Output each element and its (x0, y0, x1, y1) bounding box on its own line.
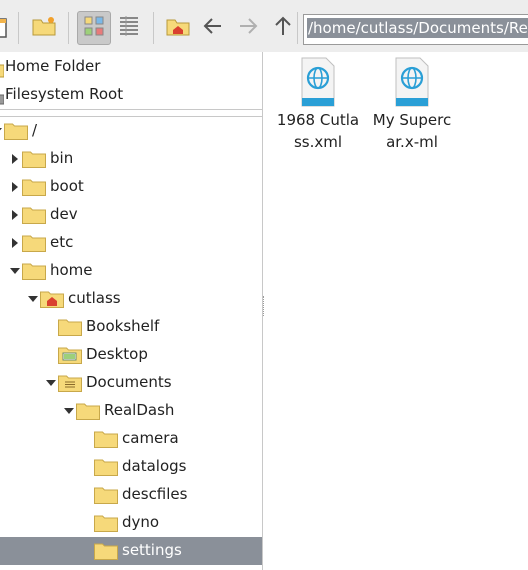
icon-view-icon (83, 15, 105, 41)
folder-icon (22, 206, 46, 224)
drive-icon (0, 87, 5, 105)
pane-resize-handle[interactable] (263, 296, 265, 316)
tree-item-settings[interactable]: settings (0, 537, 262, 565)
icon-view-button[interactable] (77, 11, 111, 45)
back-button[interactable] (196, 11, 230, 45)
partial-left-icon[interactable] (0, 11, 16, 45)
tree-item-label: etc (50, 233, 74, 251)
folder-icon (22, 178, 46, 196)
new-folder-icon (31, 15, 57, 41)
desktop-folder-icon (58, 346, 82, 364)
home-button[interactable] (161, 11, 195, 45)
home-folder-icon (0, 59, 5, 78)
tree-item-label: dev (50, 205, 78, 223)
up-arrow-icon (271, 14, 295, 42)
collapse-arrow-icon[interactable] (0, 128, 2, 134)
folder-icon (22, 262, 46, 280)
tree-item-label: datalogs (122, 457, 187, 475)
back-arrow-icon (201, 14, 225, 42)
expand-arrow-icon[interactable] (12, 154, 18, 164)
tree-item-label: RealDash (104, 401, 175, 419)
toolbar-separator (68, 12, 69, 44)
tree-item-desktop[interactable]: Desktop (0, 341, 262, 369)
toolbar: /home/cutlass/Documents/RealDash/setting… (0, 0, 528, 52)
folder-icon (4, 122, 28, 140)
tree-item-label: home (50, 261, 93, 279)
documents-folder-icon (58, 374, 82, 392)
expand-arrow-icon[interactable] (12, 210, 18, 220)
place-filesystem-root[interactable]: Filesystem Root (0, 80, 262, 108)
tree-item-label: / (32, 121, 38, 139)
places-separator (0, 109, 262, 110)
tree-item-label: boot (50, 177, 84, 195)
folder-icon (94, 542, 118, 560)
xml-file-icon (394, 57, 430, 107)
location-path: /home/cutlass/Documents/RealDash/setting… (307, 18, 528, 38)
folder-icon (22, 234, 46, 252)
place-label: Home Folder (5, 57, 101, 75)
tree-item-label: Desktop (86, 345, 148, 363)
tree-item-bookshelf[interactable]: Bookshelf (0, 313, 262, 341)
folder-icon (22, 150, 46, 168)
tree-item-home[interactable]: home (0, 257, 262, 285)
folder-icon (58, 318, 82, 336)
folder-icon (94, 430, 118, 448)
tree-item-dev[interactable]: dev (0, 201, 262, 229)
tree-item-bin[interactable]: bin (0, 145, 262, 173)
tree-item-root[interactable]: / (0, 117, 262, 145)
expand-arrow-icon[interactable] (12, 182, 18, 192)
collapse-arrow-icon[interactable] (28, 296, 38, 302)
tree-item-datalogs[interactable]: datalogs (0, 453, 262, 481)
tree-item-camera[interactable]: camera (0, 425, 262, 453)
tree-item-label: Bookshelf (86, 317, 160, 335)
file-name: 1968 Cutlass.xml (276, 111, 360, 151)
tree-item-etc[interactable]: etc (0, 229, 262, 257)
tree-item-label: Documents (86, 373, 172, 391)
collapse-arrow-icon[interactable] (46, 380, 56, 386)
tree-item-label: descfiles (122, 485, 188, 503)
folder-icon (94, 458, 118, 476)
forward-button[interactable] (231, 11, 265, 45)
folder-icon (76, 402, 100, 420)
forward-arrow-icon (236, 14, 260, 42)
place-label: Filesystem Root (5, 85, 124, 103)
home-folder-icon (40, 290, 64, 308)
home-folder-icon (165, 15, 191, 41)
new-folder-button[interactable] (27, 11, 61, 45)
tree-item-boot[interactable]: boot (0, 173, 262, 201)
list-view-icon (118, 15, 140, 41)
list-view-button[interactable] (112, 11, 146, 45)
tree-item-descfiles[interactable]: descfiles (0, 481, 262, 509)
collapse-arrow-icon[interactable] (10, 268, 20, 274)
xml-file-icon (300, 57, 336, 107)
up-button[interactable] (266, 11, 300, 45)
tree-item-label: dyno (122, 513, 160, 531)
folder-icon (94, 514, 118, 532)
file-name: My Supercar.x-ml (372, 111, 452, 151)
tree-item-label: camera (122, 429, 179, 447)
tree-item-realdash[interactable]: RealDash (0, 397, 262, 425)
side-pane: Home Folder Filesystem Root / bin boot dev e… (0, 52, 264, 570)
toolbar-separator (153, 12, 154, 44)
toolbar-separator (18, 12, 19, 44)
location-bar[interactable]: /home/cutlass/Documents/RealDash/setting… (303, 14, 528, 45)
tree-item-documents[interactable]: Documents (0, 369, 262, 397)
expand-arrow-icon[interactable] (12, 238, 18, 248)
file-view: 1968 Cutlass.xml My Supercar.x-ml (266, 52, 528, 570)
tree-item-label: bin (50, 149, 74, 167)
tree-item-dyno[interactable]: dyno (0, 509, 262, 537)
collapse-arrow-icon[interactable] (64, 408, 74, 414)
file-item[interactable]: 1968 Cutlass.xml (276, 57, 360, 153)
file-item[interactable]: My Supercar.x-ml (370, 57, 454, 153)
tree-item-cutlass[interactable]: cutlass (0, 285, 262, 313)
toolbar-separator (297, 12, 298, 44)
place-home-folder[interactable]: Home Folder (0, 52, 262, 80)
tree-item-label: settings (122, 541, 182, 559)
tree-item-label: cutlass (68, 289, 121, 307)
folder-icon (94, 486, 118, 504)
